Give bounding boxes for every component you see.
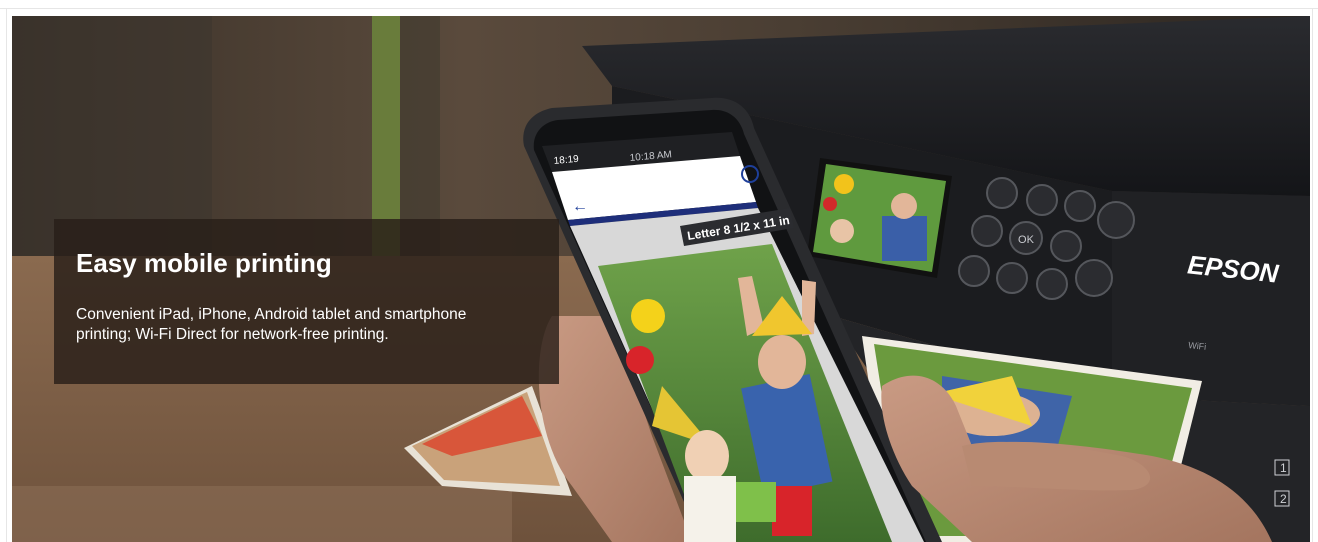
page-divider-top <box>0 8 1318 9</box>
phone-back-arrow-icon: ← <box>572 198 588 215</box>
feature-description: Convenient iPad, iPhone, Android tablet … <box>76 306 467 343</box>
tray-label-1: 1 <box>1280 461 1287 475</box>
printer-ok-label: OK <box>1018 234 1035 246</box>
phone-status-time: 18:19 <box>553 154 579 167</box>
feature-title: Easy mobile printing <box>76 248 332 278</box>
page-divider-left <box>6 8 7 542</box>
hero-image: OK EPSON WiFi 1 2 18:19 10:18 AM ← Lette… <box>12 16 1310 542</box>
feature-caption: Easy mobile printing Convenient iPad, iP… <box>54 219 559 384</box>
page-divider-right <box>1312 8 1313 542</box>
printer-wifi-badge: WiFi <box>1188 340 1207 352</box>
tray-label-2: 2 <box>1280 492 1287 506</box>
